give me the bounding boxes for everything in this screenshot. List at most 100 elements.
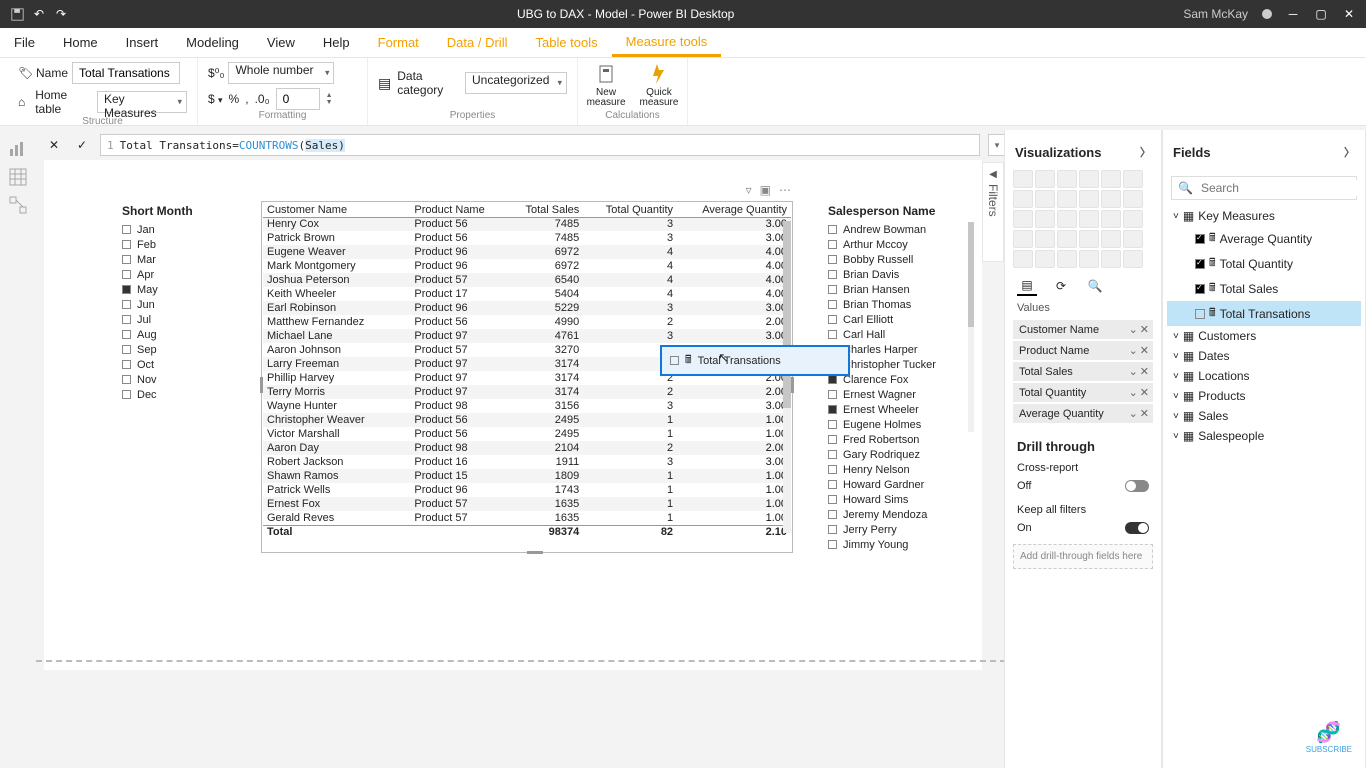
sales-checkbox[interactable] [828, 525, 837, 534]
sales-checkbox[interactable] [828, 225, 837, 234]
viz-type-icon[interactable] [1079, 210, 1099, 228]
menu-insert[interactable]: Insert [112, 28, 173, 57]
table-header[interactable]: Total Quantity [583, 203, 677, 217]
month-option[interactable]: Aug [137, 329, 157, 341]
sales-checkbox[interactable] [828, 510, 837, 519]
format-mode-icon[interactable]: ⟳ [1051, 276, 1071, 296]
sales-option[interactable]: Ernest Wagner [843, 389, 916, 401]
menu-data-drill[interactable]: Data / Drill [433, 28, 522, 57]
visual-focus-icon[interactable]: ▣ [760, 183, 771, 197]
table-row[interactable]: Michael LaneProduct 97476133.00 [263, 329, 791, 343]
keep-filters-toggle[interactable] [1125, 522, 1149, 534]
avatar[interactable] [1262, 9, 1272, 19]
sales-option[interactable]: Bobby Russell [843, 254, 913, 266]
comma-button[interactable]: , [245, 92, 248, 106]
viz-type-icon[interactable] [1057, 210, 1077, 228]
viz-type-icon[interactable] [1035, 250, 1055, 268]
menu-view[interactable]: View [253, 28, 309, 57]
sales-checkbox[interactable] [828, 465, 837, 474]
analytics-mode-icon[interactable]: 🔍 [1085, 276, 1105, 296]
table-row[interactable]: Terry MorrisProduct 97317422.00 [263, 385, 791, 399]
sales-option[interactable]: Eugene Holmes [843, 419, 921, 431]
value-pill[interactable]: Product Name⌄✕ [1013, 341, 1153, 360]
currency-button[interactable]: $ ▾ [208, 92, 223, 106]
viz-type-icon[interactable] [1013, 230, 1033, 248]
sales-option[interactable]: Arthur Mccoy [843, 239, 908, 251]
month-checkbox[interactable] [122, 330, 131, 339]
sales-option[interactable]: Carl Elliott [843, 314, 893, 326]
menu-table-tools[interactable]: Table tools [521, 28, 611, 57]
month-checkbox[interactable] [122, 315, 131, 324]
month-option[interactable]: Mar [137, 254, 156, 266]
month-checkbox[interactable] [122, 300, 131, 309]
table-row[interactable]: Joshua PetersonProduct 57654044.00 [263, 273, 791, 287]
table-row[interactable]: Matthew FernandezProduct 56499022.00 [263, 315, 791, 329]
sales-checkbox[interactable] [828, 375, 837, 384]
menu-home[interactable]: Home [49, 28, 112, 57]
viz-type-icon[interactable] [1123, 250, 1143, 268]
menu-modeling[interactable]: Modeling [172, 28, 253, 57]
table-header[interactable]: Customer Name [263, 203, 410, 217]
formula-cancel-button[interactable]: ✕ [44, 135, 64, 155]
month-option[interactable]: Jan [137, 224, 155, 236]
sales-checkbox[interactable] [828, 240, 837, 249]
table-row[interactable]: Patrick WellsProduct 96174311.00 [263, 483, 791, 497]
sales-option[interactable]: Howard Gardner [843, 479, 924, 491]
sales-checkbox[interactable] [828, 330, 837, 339]
field-table[interactable]: ˅▦Dates [1167, 346, 1361, 366]
field-checkbox[interactable] [1195, 309, 1205, 319]
table-row[interactable]: Gerald RevesProduct 57163511.00 [263, 511, 791, 525]
sales-checkbox[interactable] [828, 255, 837, 264]
table-row[interactable]: Eugene WeaverProduct 96697244.00 [263, 245, 791, 259]
table-row[interactable]: Wayne HunterProduct 98315633.00 [263, 399, 791, 413]
visual-filter-icon[interactable]: ▿ [746, 183, 752, 197]
pill-remove-icon[interactable]: ✕ [1140, 407, 1149, 420]
sales-checkbox[interactable] [828, 450, 837, 459]
sales-checkbox[interactable] [828, 315, 837, 324]
value-pill[interactable]: Total Quantity⌄✕ [1013, 383, 1153, 402]
table-row[interactable]: Keith WheelerProduct 17540444.00 [263, 287, 791, 301]
viz-type-icon[interactable] [1101, 230, 1121, 248]
field-measure[interactable]: 🖩Total Quantity [1167, 251, 1361, 276]
decimals-input[interactable] [276, 88, 320, 110]
field-table[interactable]: ˅▦Locations [1167, 366, 1361, 386]
sales-option[interactable]: Jeremy Mendoza [843, 509, 927, 521]
value-pill[interactable]: Average Quantity⌄✕ [1013, 404, 1153, 423]
viz-type-icon[interactable] [1079, 250, 1099, 268]
sales-checkbox[interactable] [828, 405, 837, 414]
sales-checkbox[interactable] [828, 300, 837, 309]
month-option[interactable]: Oct [137, 359, 154, 371]
sales-option[interactable]: Fred Robertson [843, 434, 919, 446]
field-measure[interactable]: 🖩Total Transations [1167, 301, 1361, 326]
sales-option[interactable]: Carl Hall [843, 329, 885, 341]
quick-measure-button[interactable]: Quick measure [640, 62, 679, 108]
menu-file[interactable]: File [0, 28, 49, 57]
table-row[interactable]: Henry CoxProduct 56748533.00 [263, 217, 791, 231]
field-table[interactable]: ˅▦Salespeople [1167, 426, 1361, 446]
spin-down[interactable]: ▼ [326, 99, 333, 106]
viz-type-icon[interactable] [1079, 190, 1099, 208]
viz-type-icon[interactable] [1013, 190, 1033, 208]
viz-type-icon[interactable] [1057, 230, 1077, 248]
month-option[interactable]: Sep [137, 344, 157, 356]
table-row[interactable]: Christopher WeaverProduct 56249511.00 [263, 413, 791, 427]
month-option[interactable]: Jun [137, 299, 155, 311]
fields-mode-icon[interactable]: ▤ [1017, 276, 1037, 296]
sales-option[interactable]: Brian Davis [843, 269, 899, 281]
table-header[interactable]: Product Name [410, 203, 509, 217]
sales-scrollbar[interactable] [968, 222, 974, 327]
sales-option[interactable]: Christopher Tucker [843, 359, 936, 371]
pill-remove-icon[interactable]: ✕ [1140, 344, 1149, 357]
viz-type-icon[interactable] [1123, 190, 1143, 208]
sales-checkbox[interactable] [828, 495, 837, 504]
pill-dropdown-icon[interactable]: ⌄ [1129, 344, 1138, 357]
sales-option[interactable]: Brian Thomas [843, 299, 911, 311]
field-table[interactable]: ˅▦Sales [1167, 406, 1361, 426]
month-checkbox[interactable] [122, 270, 131, 279]
month-option[interactable]: Dec [137, 389, 157, 401]
field-checkbox[interactable] [1195, 259, 1205, 269]
menu-measure-tools[interactable]: Measure tools [612, 28, 722, 57]
field-checkbox[interactable] [1195, 234, 1205, 244]
subscribe-icon[interactable]: 🧬 [1306, 720, 1352, 745]
sales-checkbox[interactable] [828, 420, 837, 429]
